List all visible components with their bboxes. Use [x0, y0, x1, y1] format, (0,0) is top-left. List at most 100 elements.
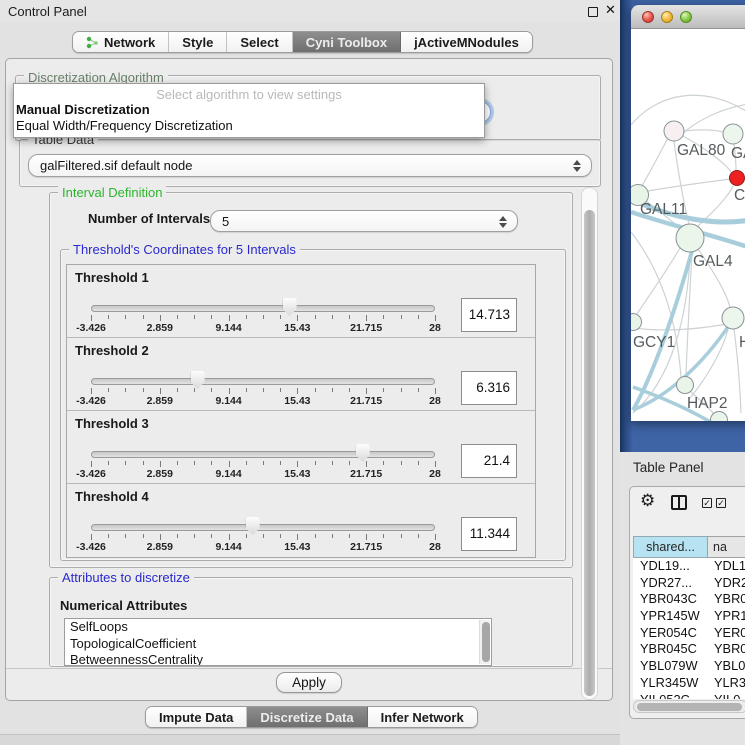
network-view-window[interactable]: GAL80GACGAL11GAL4GCY1HHAP2: [631, 5, 745, 421]
apply-button[interactable]: Apply: [276, 672, 342, 693]
threshold-label: Threshold 3: [75, 416, 149, 431]
threshold-value-field[interactable]: 6.316: [461, 371, 517, 405]
thresholds-group-label: Threshold's Coordinates for 5 Intervals: [69, 242, 300, 257]
table-panel-region: Table Panel ⚙ ✓ ✓ shared...na YDL19...YD…: [620, 452, 745, 745]
tab-cyni-toolbox[interactable]: Cyni Toolbox: [293, 32, 401, 52]
table-cell[interactable]: YPR145W: [633, 608, 708, 625]
threshold-label: Threshold 4: [75, 489, 149, 504]
network-edge[interactable]: [637, 248, 680, 314]
table-cell[interactable]: YDR2: [708, 575, 745, 592]
attribute-list-item[interactable]: SelfLoops: [65, 619, 491, 636]
attribute-list-item[interactable]: BetweennessCentrality: [65, 652, 491, 666]
list-scrollbar-thumb[interactable]: [482, 622, 490, 662]
threshold-value-field[interactable]: 21.4: [461, 444, 517, 478]
slider-thumb[interactable]: [283, 298, 297, 316]
threshold-panel: Threshold 2-3.4262.8599.14415.4321.71528…: [67, 338, 535, 411]
minimize-traffic-light-icon[interactable]: [661, 11, 673, 23]
close-traffic-light-icon[interactable]: [642, 11, 654, 23]
algorithm-option[interactable]: Manual Discretization: [14, 102, 484, 118]
tab-network[interactable]: Network: [73, 32, 169, 52]
network-edge[interactable]: [631, 95, 745, 125]
slider-thumb[interactable]: [246, 517, 260, 535]
network-canvas[interactable]: GAL80GACGAL11GAL4GCY1HHAP2: [631, 29, 745, 421]
num-intervals-combobox[interactable]: 5: [210, 210, 518, 232]
slider-track[interactable]: [91, 451, 435, 458]
algorithm-option[interactable]: Equal Width/Frequency Discretization: [14, 118, 484, 134]
vertical-scrollbar[interactable]: [581, 187, 598, 700]
slider-thumb[interactable]: [356, 444, 370, 462]
network-edge[interactable]: [642, 138, 668, 186]
network-edge[interactable]: [648, 179, 730, 191]
vertical-scrollbar-thumb[interactable]: [584, 210, 595, 696]
slider-track[interactable]: [91, 305, 435, 312]
list-scrollbar[interactable]: [479, 620, 490, 664]
columns-icon[interactable]: [671, 495, 687, 510]
table-cell[interactable]: YBR0: [708, 641, 745, 658]
table-cell[interactable]: YBL079W: [633, 658, 708, 675]
network-node-gcy1[interactable]: [631, 314, 642, 331]
network-node-h[interactable]: [722, 307, 744, 329]
table-cell[interactable]: YPR1: [708, 608, 745, 625]
table-column-header[interactable]: na: [708, 536, 745, 558]
tab-style[interactable]: Style: [169, 32, 227, 52]
table-cell[interactable]: YBR0: [708, 591, 745, 608]
slider-track[interactable]: [91, 378, 435, 385]
table-row[interactable]: YIL052CYIL0: [633, 692, 745, 700]
table-cell[interactable]: YBR043C: [633, 591, 708, 608]
horizontal-scrollbar[interactable]: [633, 700, 745, 713]
tab-label: Select: [240, 35, 278, 50]
tab-infer-network[interactable]: Infer Network: [368, 707, 477, 727]
table-cell[interactable]: YER0: [708, 625, 745, 642]
tab-impute-data[interactable]: Impute Data: [146, 707, 247, 727]
table-row[interactable]: YDL19...YDL1: [633, 558, 745, 575]
checkbox-icon[interactable]: ✓: [716, 498, 726, 508]
network-node-red-selected[interactable]: [730, 171, 745, 186]
attribute-list-item[interactable]: TopologicalCoefficient: [65, 636, 491, 653]
network-window-titlebar[interactable]: [631, 5, 745, 29]
network-node-hap2[interactable]: [677, 377, 694, 394]
table-cell[interactable]: YBR045C: [633, 641, 708, 658]
slider-tick: [143, 534, 144, 538]
table-row[interactable]: YDR27...YDR2: [633, 575, 745, 592]
network-node-gal80[interactable]: [664, 121, 684, 141]
slider-tick: [383, 388, 384, 392]
table-row[interactable]: YBR043CYBR0: [633, 591, 745, 608]
numerical-attributes-list[interactable]: SelfLoopsTopologicalCoefficientBetweenne…: [64, 618, 492, 666]
slider-track[interactable]: [91, 524, 435, 531]
table-cell[interactable]: YDR27...: [633, 575, 708, 592]
threshold-value-field[interactable]: 14.713: [461, 298, 517, 332]
table-row[interactable]: YBL079WYBL0: [633, 658, 745, 675]
slider-tick: [366, 461, 367, 467]
network-node-top-green[interactable]: [723, 124, 743, 144]
horizontal-scrollbar-thumb[interactable]: [637, 703, 742, 711]
table-cell[interactable]: YLR345W: [633, 675, 708, 692]
table-cell[interactable]: YIL052C: [633, 692, 708, 700]
table-row[interactable]: YLR345WYLR3: [633, 675, 745, 692]
table-rows: YDL19...YDL1YDR27...YDR2YBR043CYBR0YPR14…: [633, 558, 745, 699]
table-cell[interactable]: YDL1: [708, 558, 745, 575]
network-node-gal4[interactable]: [676, 224, 704, 252]
table-cell[interactable]: YBL0: [708, 658, 745, 675]
tab-select[interactable]: Select: [227, 32, 292, 52]
slider-tick: [194, 315, 195, 319]
table-cell[interactable]: YIL0: [708, 692, 745, 700]
table-data-combobox[interactable]: galFiltered.sif default node: [28, 154, 592, 177]
slider-thumb[interactable]: [191, 371, 205, 389]
table-column-header[interactable]: shared...: [633, 536, 708, 558]
table-cell[interactable]: YLR3: [708, 675, 745, 692]
tab-jactivemnodules[interactable]: jActiveMNodules: [401, 32, 532, 52]
threshold-value-field[interactable]: 11.344: [461, 517, 517, 551]
table-row[interactable]: YBR045CYBR0: [633, 641, 745, 658]
checkbox-icon[interactable]: ✓: [702, 498, 712, 508]
gear-icon[interactable]: ⚙: [640, 491, 655, 511]
network-edge[interactable]: [684, 130, 723, 132]
table-row[interactable]: YER054CYER0: [633, 625, 745, 642]
zoom-traffic-light-icon[interactable]: [680, 11, 692, 23]
close-icon[interactable]: ✕: [605, 2, 616, 18]
tab-discretize-data[interactable]: Discretize Data: [247, 707, 367, 727]
float-panel-icon[interactable]: [588, 7, 598, 17]
table-header: shared...na: [633, 536, 745, 558]
table-cell[interactable]: YDL19...: [633, 558, 708, 575]
table-row[interactable]: YPR145WYPR1: [633, 608, 745, 625]
table-cell[interactable]: YER054C: [633, 625, 708, 642]
